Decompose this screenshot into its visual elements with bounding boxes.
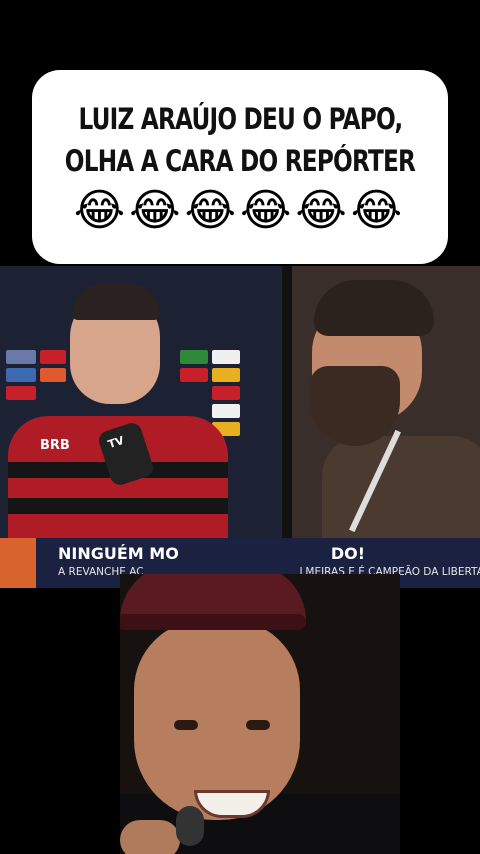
reactor-eye-right: [246, 720, 270, 730]
reactor-microphone: [176, 806, 204, 846]
reporter-panel: [292, 266, 480, 538]
lower-third-logo: [0, 538, 36, 588]
reporter-hair: [314, 280, 434, 336]
caption-line-2: OLHA A CARA DO REPÓRTER: [64, 144, 416, 178]
jersey-stripe: [8, 498, 228, 514]
reporter-body: [322, 436, 480, 538]
laughing-emoji-row: 😂😂😂😂😂😂: [73, 185, 407, 236]
reactor-eye-left: [174, 720, 198, 730]
reporter-beard: [310, 366, 400, 446]
lower-third-headline: NINGUÉM MO DO!: [58, 544, 365, 563]
interview-video-frame: BRB TV NINGUÉM MO DO! A REVANCHE AC LMEIRA…: [0, 266, 480, 588]
reactor-hand: [120, 820, 180, 854]
headline-start: NINGUÉM MO: [58, 544, 179, 563]
headline-end: DO!: [330, 544, 365, 563]
caption-line-1: LUIZ ARAÚJO DEU O PAPO,: [78, 102, 403, 136]
reactor-face: [134, 620, 300, 820]
caption-card: LUIZ ARAÚJO DEU O PAPO, OLHA A CARA DO R…: [32, 70, 448, 264]
jersey-sponsor: BRB: [40, 438, 70, 453]
reactor-cap-brim: [120, 614, 306, 630]
player-panel: BRB TV: [0, 266, 282, 538]
reaction-cam: [120, 574, 400, 854]
player-hair: [72, 284, 160, 320]
split-divider: [282, 266, 292, 538]
